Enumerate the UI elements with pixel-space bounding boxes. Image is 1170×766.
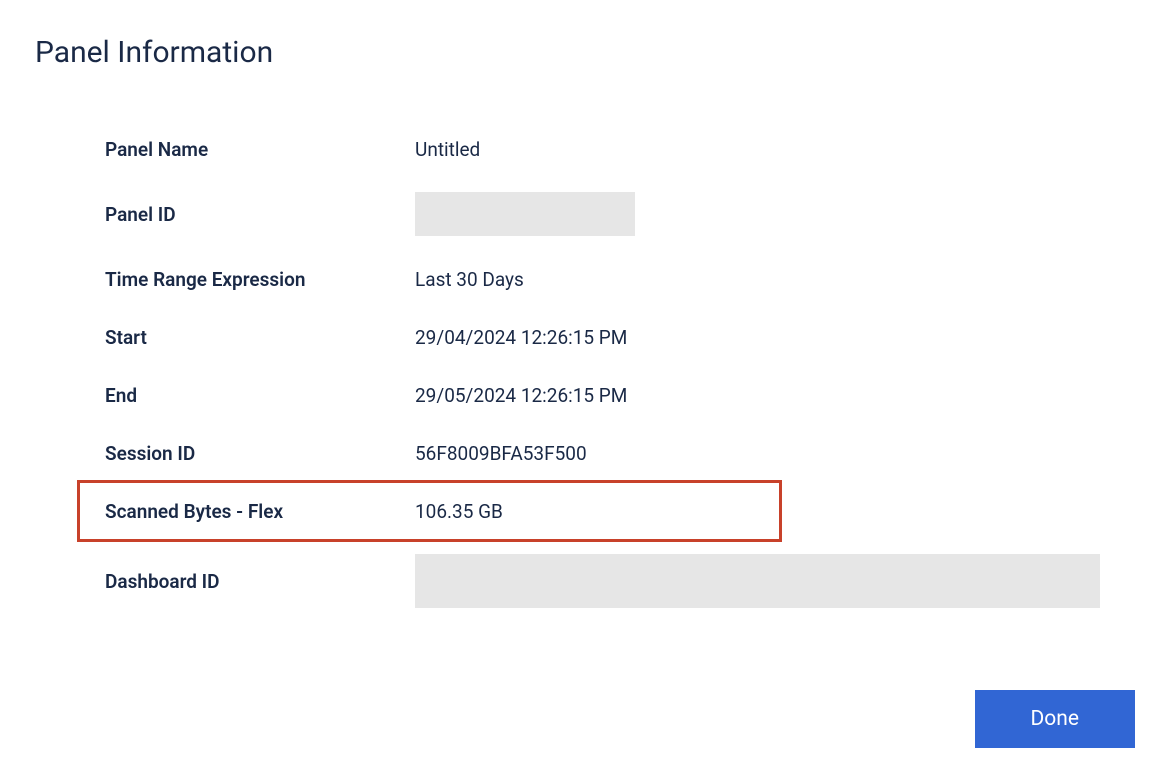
label-session-id: Session ID <box>105 442 415 465</box>
row-start: Start 29/04/2024 12:26:15 PM <box>105 308 1100 366</box>
label-time-range: Time Range Expression <box>105 268 415 291</box>
value-time-range: Last 30 Days <box>415 268 524 291</box>
row-time-range: Time Range Expression Last 30 Days <box>105 250 1100 308</box>
row-end: End 29/05/2024 12:26:15 PM <box>105 366 1100 424</box>
panel-info-table: Panel Name Untitled Panel ID Time Range … <box>105 120 1100 622</box>
done-button[interactable]: Done <box>975 690 1136 748</box>
label-dashboard-id: Dashboard ID <box>105 570 415 593</box>
dialog-footer: Done <box>35 690 1135 748</box>
value-session-id: 56F8009BFA53F500 <box>415 442 587 465</box>
value-dashboard-id-redacted <box>415 554 1100 608</box>
label-scanned-bytes: Scanned Bytes - Flex <box>105 500 415 523</box>
row-session-id: Session ID 56F8009BFA53F500 <box>105 424 1100 482</box>
value-panel-id-redacted <box>415 192 635 236</box>
label-panel-name: Panel Name <box>105 138 415 161</box>
value-panel-name: Untitled <box>415 138 480 161</box>
row-scanned-bytes-highlighted: Scanned Bytes - Flex 106.35 GB <box>105 482 1100 540</box>
row-panel-name: Panel Name Untitled <box>105 120 1100 178</box>
label-end: End <box>105 384 415 407</box>
label-start: Start <box>105 326 415 349</box>
label-panel-id: Panel ID <box>105 203 415 226</box>
value-end: 29/05/2024 12:26:15 PM <box>415 384 627 407</box>
value-start: 29/04/2024 12:26:15 PM <box>415 326 627 349</box>
row-panel-id: Panel ID <box>105 178 1100 250</box>
value-scanned-bytes: 106.35 GB <box>415 500 503 523</box>
dialog-title: Panel Information <box>35 35 1135 70</box>
row-dashboard-id: Dashboard ID <box>105 540 1100 622</box>
